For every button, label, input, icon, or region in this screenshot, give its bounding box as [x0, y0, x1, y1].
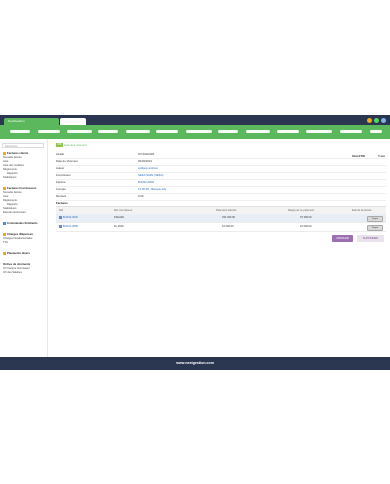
detail-value[interactable]: B/1912-0002	[138, 179, 154, 186]
detail-value: OV/010/2021	[138, 152, 155, 156]
sidebar-section-title: Factures clients	[7, 151, 29, 155]
nav-item-5[interactable]	[126, 130, 150, 133]
sidebar-item[interactable]: TVA	[3, 241, 8, 244]
detail-label: Fournisseur	[56, 173, 71, 177]
detail-value: 0.00	[138, 194, 144, 198]
sidebar-section-title: Charges /Dépenses	[7, 232, 33, 236]
detail-label: Montant	[56, 194, 67, 198]
detail-label: Auteur	[56, 166, 65, 170]
window-titlebar: NextGestion	[0, 115, 390, 125]
row-supplier-ref: FL-2016	[114, 225, 124, 228]
sidebar-section-title: Commandes fin/clients	[7, 221, 38, 225]
sidebar-section-title: Paiements divers	[7, 251, 31, 255]
row-expected: 331 460.00	[222, 216, 235, 219]
col-expected: Paiement attendu	[216, 209, 237, 212]
sidebar-item[interactable]: Charges fiscales/sociales	[3, 237, 32, 240]
detail-label: Libellé	[56, 152, 65, 156]
invoice-icon	[59, 215, 62, 219]
sidebar-section-5[interactable]: Ordres de virements	[3, 262, 30, 266]
nav-item-9[interactable]	[246, 130, 270, 133]
nav-item-8[interactable]	[218, 130, 238, 133]
section-icon	[3, 187, 6, 190]
sidebar-section-title: Factures fournisseurs	[7, 186, 37, 190]
row-ref[interactable]: B/2101-0006	[59, 223, 78, 231]
app-brand: NextGestion	[8, 119, 25, 123]
document-badge: FAF	[56, 143, 63, 147]
nav-item-6[interactable]	[156, 130, 178, 133]
col-state: Etat de la facture	[352, 209, 372, 212]
nav-item-1[interactable]	[10, 130, 30, 133]
delete-button[interactable]: SUPPRIMER	[357, 235, 384, 242]
detail-value[interactable]: Lollipop ambrus	[138, 165, 158, 172]
nav-item-7[interactable]	[186, 130, 212, 133]
sidebar-item[interactable]: Rapports	[7, 203, 18, 206]
row-paid: 97 400.00	[300, 216, 312, 219]
col-paid: Réglé par ce paiement	[288, 209, 315, 212]
invoice-icon	[59, 224, 62, 228]
footer-website-link[interactable]: www.nextgestion.com	[176, 361, 214, 365]
sidebar-item[interactable]: Nouvelle facture	[3, 191, 22, 194]
nav-item-12[interactable]	[340, 130, 362, 133]
section-icon	[3, 252, 6, 255]
row-expected: 10 000.00	[222, 225, 234, 228]
sidebar-section-2[interactable]: Commandes fin/clients	[3, 221, 38, 225]
table-row: B/2101-0006 FL-2016 10 000.00 10 000.00 …	[56, 223, 386, 232]
invoice-status-button[interactable]: Payée	[367, 225, 383, 231]
detail-label: Date de Virement	[56, 159, 78, 163]
sidebar-item[interactable]: Liste	[3, 195, 8, 198]
nav-item-11[interactable]	[306, 130, 332, 133]
sidebar-item[interactable]: Statistiques	[3, 207, 16, 210]
invoices-title: Factures	[56, 201, 68, 205]
row-supplier-ref: FSHARL	[114, 216, 125, 219]
browser-tab-active[interactable]: NextGestion	[4, 118, 59, 125]
row-paid: 10 000.00	[300, 225, 312, 228]
sidebar-item[interactable]: Liste	[3, 160, 8, 163]
sidebar-section-4[interactable]: Paiements divers	[3, 251, 30, 255]
sidebar-item[interactable]: Liste des modèles	[3, 164, 24, 167]
nav-item-10[interactable]	[277, 130, 299, 133]
detail-value[interactable]: SEKA SARL (SEKA)	[138, 172, 163, 179]
window-minimize-icon[interactable]	[367, 118, 372, 123]
sidebar: Recherche Factures clients Nouvelle factu…	[0, 139, 48, 357]
detail-row: Montant 0.00	[56, 193, 386, 201]
nav-item-3[interactable]	[67, 130, 92, 133]
app-window: NextGestion Recherche Factures clients No…	[0, 115, 390, 370]
sidebar-item[interactable]: Rapports	[7, 172, 18, 175]
window-maximize-icon[interactable]	[374, 118, 379, 123]
back-to-list-link[interactable]: Liste des virement	[64, 143, 87, 147]
window-close-icon[interactable]	[381, 118, 386, 123]
sidebar-section-title: Ordres de virements	[3, 262, 31, 266]
invoice-status-button[interactable]: Payée	[367, 216, 383, 222]
sidebar-item[interactable]: Statistiques	[3, 176, 16, 179]
table-row: B/1912-0002 FSHARL 331 460.00 97 400.00 …	[56, 214, 386, 223]
search-input[interactable]: Recherche	[2, 143, 44, 148]
detail-label: Facture	[56, 180, 66, 184]
detail-label: Compte	[56, 187, 66, 191]
col-supplier-ref: Ref. fournisseur	[114, 209, 133, 212]
section-icon	[3, 152, 6, 155]
sidebar-item[interactable]: Règlements	[3, 168, 17, 171]
col-ref: Ref	[59, 209, 64, 212]
section-icon	[3, 222, 6, 225]
row-ref[interactable]: B/1912-0002	[59, 214, 78, 222]
sidebar-section-1[interactable]: Factures fournisseurs	[3, 186, 36, 190]
sidebar-item[interactable]: Règlements	[3, 199, 17, 202]
cancel-button[interactable]: ANNULER	[332, 235, 353, 242]
sidebar-section-3[interactable]: Charges /Dépenses	[3, 232, 33, 236]
footer: www.nextgestion.com	[0, 357, 390, 370]
sidebar-item[interactable]: Nouvelle facture	[3, 156, 22, 159]
nav-item-2[interactable]	[38, 130, 60, 133]
sidebar-section-0[interactable]: Factures clients	[3, 151, 28, 155]
detail-value[interactable]: 13.00.00 - Banque ddy	[138, 186, 166, 193]
section-icon	[3, 233, 6, 236]
sidebar-item[interactable]: Etat des tiers/mises	[3, 211, 26, 214]
sidebar-item[interactable]: OV des Salaires	[3, 271, 22, 274]
browser-tab-new[interactable]	[60, 118, 86, 125]
detail-value: 02/02/2021	[138, 159, 152, 163]
nav-item-4[interactable]	[98, 130, 118, 133]
top-navbar	[0, 125, 390, 139]
nav-item-13[interactable]	[370, 130, 382, 133]
sidebar-item[interactable]: OV Facture fournisseur	[3, 267, 30, 270]
